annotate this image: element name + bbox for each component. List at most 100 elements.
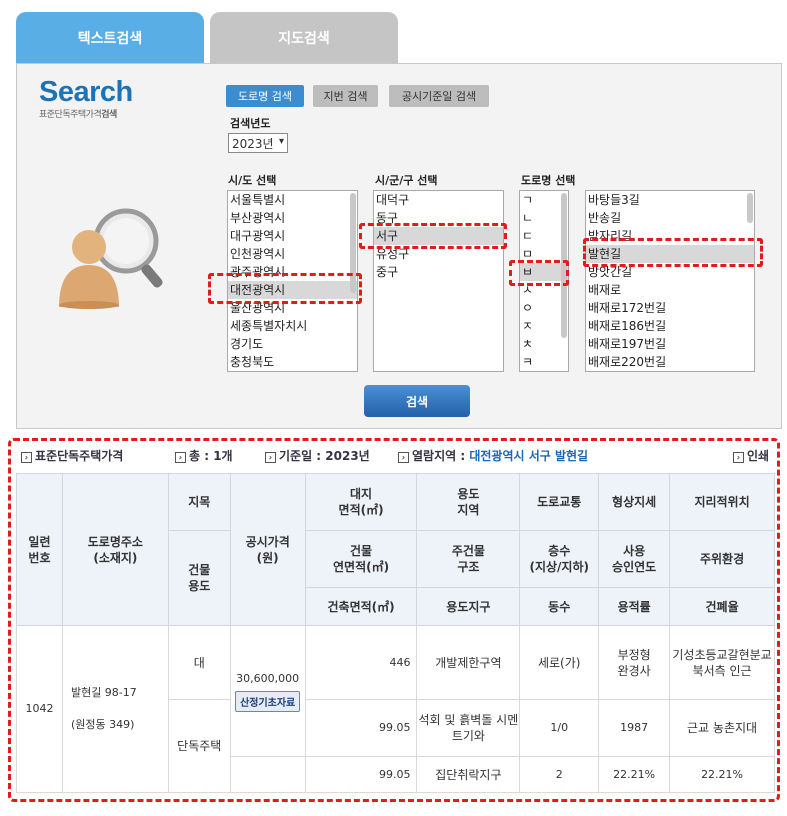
price-value: 30,600,000 [236,671,300,685]
header-floors: 층수 (지상/지하) [519,530,600,588]
road-name-search-button[interactable]: 도로명 검색 [226,85,304,107]
base-date-search-button[interactable]: 공시기준일 검색 [389,85,489,107]
person-magnifier-illustration [59,208,163,309]
result-title: › 표준단독주택가격 [21,447,123,464]
header-dong-count: 동수 [519,587,600,626]
sido-option[interactable]: 대구광역시 [228,227,357,245]
road-name-option[interactable]: 배재로186번길 [586,317,754,335]
sido-option[interactable]: 대전광역시 [228,281,357,299]
result-area: › 열람지역 : 대전광역시 서구 발현길 [398,447,588,464]
cell-price-lower [229,756,306,793]
header-bcr: 건폐율 [669,587,775,626]
cell-zone: 개발제한구역 [416,625,521,700]
result-area-value: 대전광역시 서구 발현길 [469,449,589,463]
sido-option[interactable]: 인천광역시 [228,245,357,263]
result-total: › 총 : 1개 [175,447,233,464]
road-name-option[interactable]: 반송길 [586,209,754,227]
sigungu-label: 시/군/구 선택 [375,174,438,187]
sigungu-option[interactable]: 대덕구 [374,191,503,209]
sido-option[interactable]: 서울특별시 [228,191,357,209]
header-building-area: 건축면적(㎡) [304,587,418,626]
cell-approval-year: 1987 [598,699,671,757]
road-name-option[interactable]: 배재로220번길 [586,353,754,371]
year-value: 2023년 [232,136,274,151]
sido-option[interactable]: 경기도 [228,335,357,353]
road-name-option[interactable]: 배재로172번길 [586,299,754,317]
cell-location: 기성초등교갈현분교 북서측 인근 [669,625,775,700]
road-label: 도로명 선택 [521,174,576,187]
chevron-down-icon: ▾ [278,136,284,147]
road-initial-listbox[interactable]: ㄱㄴㄷㅁㅂㅅㅇㅈㅊㅋ [519,190,569,372]
cell-structure: 석회 및 흙벽돌 시멘트기와 [416,699,521,757]
road-scrollbar[interactable] [747,193,753,223]
header-price: 공시가격 (원) [229,473,306,626]
cell-road: 세로(가) [519,625,600,700]
header-address: 도로명주소 (소재지) [61,473,169,626]
cell-building-area: 99.05 [304,756,418,793]
road-name-option[interactable]: 받자리길 [586,227,754,245]
cell-floors: 1/0 [519,699,600,757]
arrow-right-icon: › [175,452,186,463]
cell-serial: 1042 [16,625,63,793]
calc-basis-button[interactable]: 산정기초자료 [235,690,301,712]
header-zone: 용도 지역 [416,473,521,531]
cell-floor-area: 99.05 [304,699,418,757]
road-initial-option[interactable]: ㅋ [520,353,568,371]
print-text: 인쇄 [747,449,770,463]
header-row-1: 일련 번호 도로명주소 (소재지) 지목 공시가격 (원) 대지 면적(㎡) 용… [16,473,775,626]
search-button[interactable]: 검색 [364,385,470,417]
sigungu-option[interactable]: 유성구 [374,245,503,263]
road-name-option[interactable]: 바탕들3길 [586,191,754,209]
header-location: 지리적위치 [669,473,775,531]
cell-far: 22.21% [598,756,671,793]
sido-option[interactable]: 충청북도 [228,353,357,371]
search-panel: Search 표준단독주택가격검색 도로명 검색 지번 검색 공시기준일 검색 … [16,63,782,429]
tab-text-search[interactable]: 텍스트검색 [16,12,204,64]
sido-option[interactable]: 세종특별자치시 [228,317,357,335]
road-name-listbox[interactable]: 바탕들3길 반송길 받자리길 발현길 방앗간길 배재로 배재로172번길 배재로186번길 배재… [585,190,755,372]
initial-scrollbar[interactable] [561,193,567,338]
logo-word: Search [39,76,133,108]
header-serial: 일련 번호 [16,473,63,626]
result-total-text: 총 : 1개 [189,449,233,463]
sigungu-option[interactable]: 동구 [374,209,503,227]
road-name-option[interactable]: 발현길 [586,245,754,263]
page-root: 텍스트검색 지도검색 Search 표준단독주택가격검색 도로명 검색 지번 검… [0,0,787,816]
cell-address: 발현길 98-17 (원정동 349) [61,625,169,793]
cell-shape: 부정형 완경사 [598,625,671,700]
sigungu-option[interactable]: 서구 [374,227,503,245]
lot-address: (원정동 349) [70,718,135,731]
result-title-text: 표준단독주택가격 [35,449,124,463]
cell-jimok: 대 [167,625,231,700]
sido-option[interactable]: 광주광역시 [228,263,357,281]
result-table: 일련 번호 도로명주소 (소재지) 지목 공시가격 (원) 대지 면적(㎡) 용… [16,473,775,793]
cell-building-use: 단독주택 [167,699,231,793]
sigungu-option[interactable]: 중구 [374,263,503,281]
road-name-option[interactable]: 배재로197번길 [586,335,754,353]
sigungu-listbox[interactable]: 대덕구 동구 서구 유성구 중구 [373,190,504,372]
sido-option[interactable]: 부산광역시 [228,209,357,227]
header-approval-year: 사용 승인연도 [598,530,671,588]
header-jimok: 지목 [167,473,231,531]
address-spacer [71,701,168,717]
print-link[interactable]: › 인쇄 [733,447,769,464]
sido-listbox[interactable]: 서울특별시 부산광역시 대구광역시 인천광역시 광주광역시 대전광역시 울산광역시 세종특별자… [227,190,358,372]
road-initial-option[interactable]: ㅊ [520,335,568,353]
result-date: › 기준일 : 2023년 [265,447,370,464]
tab-map-search[interactable]: 지도검색 [210,12,398,64]
year-select[interactable]: 2023년 ▾ [228,133,288,153]
lot-number-search-button[interactable]: 지번 검색 [313,85,378,107]
result-info-bar: › 표준단독주택가격 › 총 : 1개 › 기준일 : 2023년 › 열람지역 : 대… [21,447,771,465]
header-environment: 주위환경 [669,530,775,588]
header-building-use: 건물 용도 [167,530,231,626]
sido-scrollbar[interactable] [350,193,356,293]
arrow-right-icon: › [398,452,409,463]
header-far: 용적률 [598,587,671,626]
road-name-option[interactable]: 방앗간길 [586,263,754,281]
logo-subtitle: 표준단독주택가격검색 [39,107,169,120]
road-name-option[interactable]: 배재로 [586,281,754,299]
year-label: 검색년도 [230,117,271,130]
results-section: › 표준단독주택가격 › 총 : 1개 › 기준일 : 2023년 › 열람지역 : 대… [8,438,780,802]
sido-option[interactable]: 울산광역시 [228,299,357,317]
cell-land-area: 446 [304,625,418,700]
